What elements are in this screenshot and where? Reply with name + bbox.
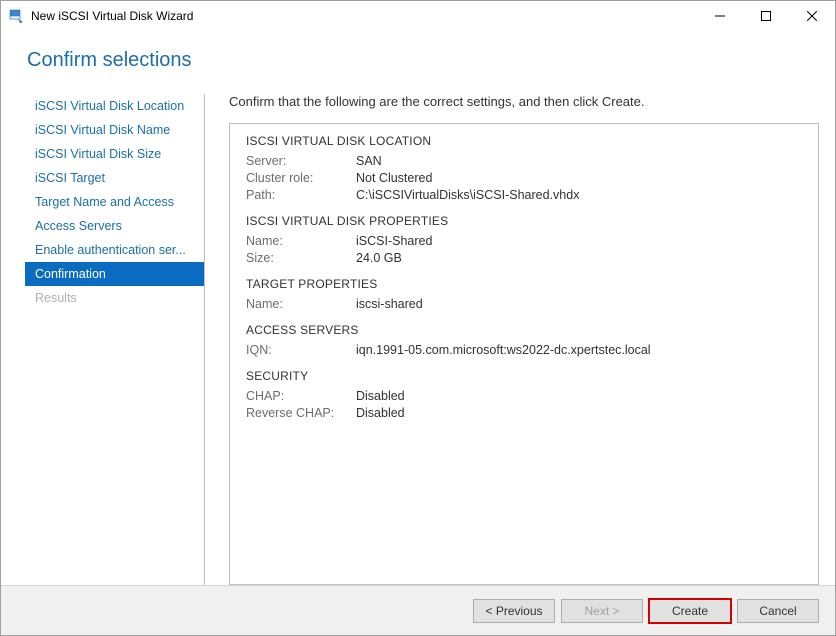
label-target-name: Name: bbox=[246, 297, 356, 311]
wizard-body: iSCSI Virtual Disk Location iSCSI Virtua… bbox=[1, 94, 835, 585]
instruction-text: Confirm that the following are the corre… bbox=[229, 94, 819, 109]
step-results: Results bbox=[25, 286, 204, 310]
titlebar: New iSCSI Virtual Disk Wizard bbox=[1, 1, 835, 31]
value-server: SAN bbox=[356, 154, 382, 168]
minimize-icon bbox=[715, 11, 725, 21]
maximize-button[interactable] bbox=[743, 1, 789, 31]
label-chap: CHAP: bbox=[246, 389, 356, 403]
row-target-name: Name: iscsi-shared bbox=[246, 297, 802, 311]
footer-buttons: < Previous Next > Create Cancel bbox=[1, 585, 835, 635]
value-iqn: iqn.1991-05.com.microsoft:ws2022-dc.xper… bbox=[356, 343, 651, 357]
value-target-name: iscsi-shared bbox=[356, 297, 423, 311]
page-title: Confirm selections bbox=[27, 49, 835, 72]
steps-sidebar: iSCSI Virtual Disk Location iSCSI Virtua… bbox=[25, 94, 205, 585]
create-button[interactable]: Create bbox=[649, 599, 731, 623]
step-access-servers[interactable]: Access Servers bbox=[25, 214, 204, 238]
previous-button[interactable]: < Previous bbox=[473, 599, 555, 623]
step-target-name[interactable]: Target Name and Access bbox=[25, 190, 204, 214]
close-icon bbox=[807, 11, 817, 21]
minimize-button[interactable] bbox=[697, 1, 743, 31]
label-cluster: Cluster role: bbox=[246, 171, 356, 185]
value-path: C:\iSCSIVirtualDisks\iSCSI-Shared.vhdx bbox=[356, 188, 579, 202]
cancel-button[interactable]: Cancel bbox=[737, 599, 819, 623]
window-controls bbox=[697, 1, 835, 31]
row-disk-name: Name: iSCSI-Shared bbox=[246, 234, 802, 248]
app-icon bbox=[9, 8, 25, 24]
section-security-title: SECURITY bbox=[246, 369, 802, 383]
value-reverse-chap: Disabled bbox=[356, 406, 405, 420]
content-area: Confirm that the following are the corre… bbox=[205, 94, 819, 585]
step-target[interactable]: iSCSI Target bbox=[25, 166, 204, 190]
section-properties-title: ISCSI VIRTUAL DISK PROPERTIES bbox=[246, 214, 802, 228]
step-location[interactable]: iSCSI Virtual Disk Location bbox=[25, 94, 204, 118]
value-chap: Disabled bbox=[356, 389, 405, 403]
label-disk-size: Size: bbox=[246, 251, 356, 265]
step-confirmation[interactable]: Confirmation bbox=[25, 262, 204, 286]
section-access-title: ACCESS SERVERS bbox=[246, 323, 802, 337]
label-disk-name: Name: bbox=[246, 234, 356, 248]
step-authentication[interactable]: Enable authentication ser... bbox=[25, 238, 204, 262]
value-cluster: Not Clustered bbox=[356, 171, 432, 185]
row-server: Server: SAN bbox=[246, 154, 802, 168]
section-location-title: ISCSI VIRTUAL DISK LOCATION bbox=[246, 134, 802, 148]
label-iqn: IQN: bbox=[246, 343, 356, 357]
section-target-title: TARGET PROPERTIES bbox=[246, 277, 802, 291]
row-chap: CHAP: Disabled bbox=[246, 389, 802, 403]
close-button[interactable] bbox=[789, 1, 835, 31]
row-path: Path: C:\iSCSIVirtualDisks\iSCSI-Shared.… bbox=[246, 188, 802, 202]
wizard-window: New iSCSI Virtual Disk Wizard Confirm se… bbox=[0, 0, 836, 636]
label-path: Path: bbox=[246, 188, 356, 202]
maximize-icon bbox=[761, 11, 771, 21]
window-title: New iSCSI Virtual Disk Wizard bbox=[31, 9, 193, 23]
label-reverse-chap: Reverse CHAP: bbox=[246, 406, 356, 420]
row-disk-size: Size: 24.0 GB bbox=[246, 251, 802, 265]
row-reverse-chap: Reverse CHAP: Disabled bbox=[246, 406, 802, 420]
next-button: Next > bbox=[561, 599, 643, 623]
page-header: Confirm selections bbox=[1, 31, 835, 94]
step-name[interactable]: iSCSI Virtual Disk Name bbox=[25, 118, 204, 142]
step-size[interactable]: iSCSI Virtual Disk Size bbox=[25, 142, 204, 166]
value-disk-size: 24.0 GB bbox=[356, 251, 402, 265]
row-iqn: IQN: iqn.1991-05.com.microsoft:ws2022-dc… bbox=[246, 343, 802, 357]
summary-panel: ISCSI VIRTUAL DISK LOCATION Server: SAN … bbox=[229, 123, 819, 585]
row-cluster: Cluster role: Not Clustered bbox=[246, 171, 802, 185]
value-disk-name: iSCSI-Shared bbox=[356, 234, 432, 248]
label-server: Server: bbox=[246, 154, 356, 168]
